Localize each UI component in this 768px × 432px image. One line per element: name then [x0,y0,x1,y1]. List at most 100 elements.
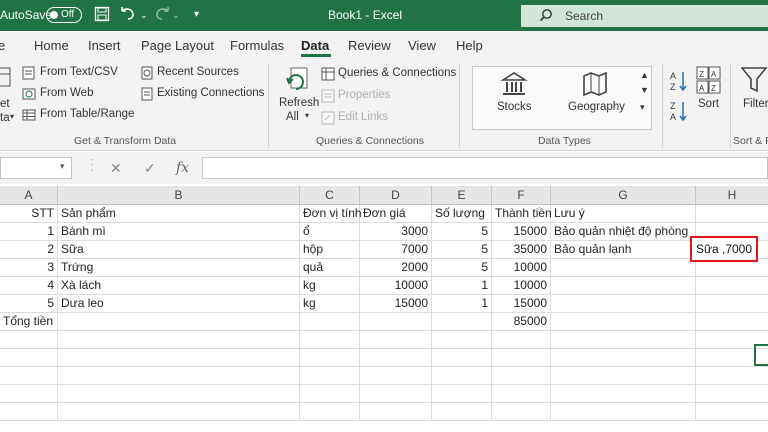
edit-links-button[interactable]: Edit Links [338,111,388,123]
tab-home[interactable]: Home [34,38,69,53]
cell-g3[interactable]: Bảo quản lạnh [551,241,696,259]
sort-button[interactable]: Sort [698,98,719,110]
undo-dropdown-icon[interactable]: ⌄ [140,10,148,21]
column-header-e[interactable]: E [432,186,492,205]
cell-b6[interactable]: Dưa leo [58,295,300,313]
cell-c5[interactable]: kg [300,277,360,295]
cell-b10[interactable] [58,367,300,385]
tab-file-fragment[interactable]: e [0,38,5,53]
cell-b1[interactable]: Sản phẩm [58,205,300,223]
cell-e4[interactable]: 5 [432,259,492,277]
cell-e6[interactable]: 1 [432,295,492,313]
cell-g11[interactable] [551,385,696,403]
undo-icon[interactable] [119,6,137,25]
redo-dropdown-icon[interactable]: ⌄ [172,10,180,21]
cell-e9[interactable] [432,349,492,367]
cell-d12[interactable] [360,403,432,421]
insert-function-icon[interactable]: fx [176,160,189,176]
cell-h1[interactable] [696,205,768,223]
refresh-dropdown-icon[interactable]: ▾ [305,111,309,120]
cell-g6[interactable] [551,295,696,313]
column-header-b[interactable]: B [58,186,300,205]
cell-d3[interactable]: 7000 [360,241,432,259]
cell-h5[interactable] [696,277,768,295]
gallery-down-icon[interactable]: ▼ [640,85,649,95]
tab-page-layout[interactable]: Page Layout [141,38,214,53]
cell-f10[interactable] [492,367,551,385]
column-header-c[interactable]: C [300,186,360,205]
cell-f3[interactable]: 35000 [492,241,551,259]
tab-help[interactable]: Help [456,38,483,53]
from-web-button[interactable]: From Web [40,87,93,99]
cell-g7[interactable] [551,313,696,331]
get-data-icon[interactable] [0,66,12,93]
redo-icon[interactable] [153,6,171,25]
cell-d6[interactable]: 15000 [360,295,432,313]
cell-e11[interactable] [432,385,492,403]
cell-c8[interactable] [300,331,360,349]
cell-a11[interactable] [0,385,58,403]
cell-c10[interactable] [300,367,360,385]
gallery-more-icon[interactable]: ▾ [640,102,645,113]
cell-f7[interactable]: 85000 [492,313,551,331]
tab-review[interactable]: Review [348,38,391,53]
cell-f12[interactable] [492,403,551,421]
sort-za-icon[interactable]: ZA [670,100,688,125]
cell-b11[interactable] [58,385,300,403]
cell-d4[interactable]: 2000 [360,259,432,277]
cell-e3[interactable]: 5 [432,241,492,259]
cell-h10[interactable] [696,367,768,385]
cell-b8[interactable] [58,331,300,349]
cell-b3[interactable]: Sữa [58,241,300,259]
worksheet-grid[interactable]: A B C D E F G H STT Sản phẩm Đơn vị tính Đơ… [0,186,768,432]
tab-view[interactable]: View [408,38,436,53]
cell-h7[interactable] [696,313,768,331]
cell-e1[interactable]: Số lượng [432,205,492,223]
cell-b4[interactable]: Trứng [58,259,300,277]
get-data-label-2[interactable]: ta [0,112,10,124]
save-icon[interactable] [94,6,110,25]
name-box-dropdown-icon[interactable]: ▾ [60,161,65,172]
cell-g1[interactable]: Lưu ý [551,205,696,223]
cell-a8[interactable] [0,331,58,349]
cell-c2[interactable]: ổ [300,223,360,241]
cell-e12[interactable] [432,403,492,421]
column-header-d[interactable]: D [360,186,432,205]
cell-b7[interactable] [58,313,300,331]
search-box[interactable]: Search [521,5,768,27]
cell-e8[interactable] [432,331,492,349]
cell-b12[interactable] [58,403,300,421]
cell-a9[interactable] [0,349,58,367]
cell-b5[interactable]: Xà lách [58,277,300,295]
cell-a12[interactable] [0,403,58,421]
column-header-h[interactable]: H [696,186,768,205]
tab-insert[interactable]: Insert [88,38,121,53]
cell-e10[interactable] [432,367,492,385]
cell-d11[interactable] [360,385,432,403]
column-header-g[interactable]: G [551,186,696,205]
cancel-icon[interactable]: ✕ [110,160,122,177]
cell-g2[interactable]: Bảo quản nhiệt độ phòng [551,223,696,241]
customize-toolbar-icon[interactable]: ▾ [194,9,199,20]
cell-d9[interactable] [360,349,432,367]
geography-button[interactable]: Geography [568,101,625,113]
filter-icon[interactable] [740,66,768,97]
cell-d5[interactable]: 10000 [360,277,432,295]
cell-c1[interactable]: Đơn vị tính [300,205,362,223]
cell-d2[interactable]: 3000 [360,223,432,241]
cell-a4[interactable]: 3 [0,259,58,277]
cell-e7[interactable] [432,313,492,331]
stocks-button[interactable]: Stocks [497,101,532,113]
get-data-dropdown-icon[interactable]: ▾ [10,112,14,121]
cell-f6[interactable]: 15000 [492,295,551,313]
cell-e2[interactable]: 5 [432,223,492,241]
column-header-f[interactable]: F [492,186,551,205]
autosave-toggle[interactable]: Off [46,7,82,23]
cell-d7[interactable] [360,313,432,331]
existing-connections-button[interactable]: Existing Connections [157,87,264,99]
cell-d10[interactable] [360,367,432,385]
cell-g12[interactable] [551,403,696,421]
refresh-all-icon[interactable] [285,66,311,97]
cell-c4[interactable]: quả [300,259,360,277]
cell-h12[interactable] [696,403,768,421]
